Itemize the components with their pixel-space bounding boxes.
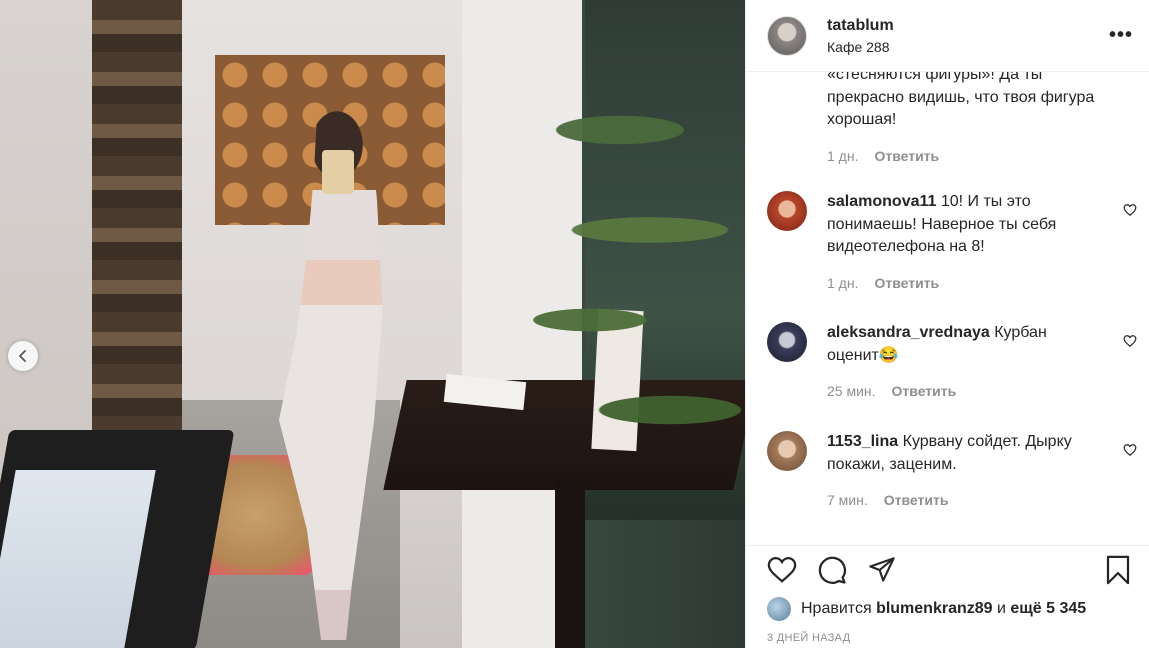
reply-button[interactable]: Ответить <box>874 145 939 168</box>
share-icon <box>869 556 895 582</box>
comment-text: «стесняются фигуры»! Да ты прекрасно вид… <box>827 72 1095 128</box>
more-options-button[interactable]: ••• <box>1109 24 1133 47</box>
chevron-left-icon <box>18 350 26 362</box>
liker-username[interactable]: blumenkranz89 <box>876 600 992 618</box>
comment-time[interactable]: 1 дн. <box>827 272 858 295</box>
heart-icon <box>767 556 797 583</box>
photo-phone <box>322 150 354 194</box>
commenter-avatar[interactable] <box>767 431 807 471</box>
previous-photo-button[interactable] <box>8 341 38 371</box>
comment-item: «стесняются фигуры»! Да ты прекрасно вид… <box>767 72 1137 167</box>
likes-summary: Нравится blumenkranz89 и ещё 5 345 <box>767 597 1086 621</box>
comment-button[interactable] <box>816 554 848 586</box>
like-comment-heart-icon[interactable] <box>1123 203 1137 217</box>
save-button[interactable] <box>1102 554 1134 586</box>
post-panel: tatablum Кафе 288 ••• «стесняются фигуры… <box>745 0 1149 648</box>
comments-list[interactable]: «стесняются фигуры»! Да ты прекрасно вид… <box>746 72 1149 545</box>
post-photo[interactable] <box>0 0 745 648</box>
comment-item: 1153_lina Курвану сойдет. Дырку покажи, … <box>767 431 1137 512</box>
commenter-username[interactable]: aleksandra_vrednaya <box>827 324 994 341</box>
commenter-avatar[interactable] <box>767 322 807 362</box>
commenter-username[interactable]: 1153_lina <box>827 433 903 450</box>
post-header: tatablum Кафе 288 ••• <box>746 0 1149 72</box>
comment-time[interactable]: 25 мин. <box>827 380 876 403</box>
reply-button[interactable]: Ответить <box>884 489 949 512</box>
post-timestamp[interactable]: 3 ДНЕЙ НАЗАД <box>767 632 850 644</box>
likes-count-link[interactable]: ещё 5 345 <box>1010 600 1086 618</box>
likes-connector: и <box>997 600 1006 617</box>
like-comment-heart-icon[interactable] <box>1123 334 1137 348</box>
comment-time[interactable]: 1 дн. <box>827 145 858 168</box>
commenter-username[interactable]: salamonova11 <box>827 193 941 210</box>
commenter-avatar[interactable] <box>767 191 807 231</box>
comment-item: aleksandra_vrednaya Курбан оценит😂 25 ми… <box>767 322 1137 403</box>
share-button[interactable] <box>866 554 898 586</box>
liker-avatar[interactable] <box>767 597 791 621</box>
post-actions-bar <box>746 545 1149 593</box>
reply-button[interactable]: Ответить <box>892 380 957 403</box>
author-avatar[interactable] <box>767 15 807 56</box>
comment-icon <box>818 556 846 584</box>
photo-plant <box>500 30 745 550</box>
comment-item: salamonova11 10! И ты это понимаешь! Нав… <box>767 191 1137 294</box>
reply-button[interactable]: Ответить <box>874 272 939 295</box>
likes-prefix: Нравится <box>801 600 872 617</box>
bookmark-icon <box>1106 555 1130 584</box>
post-location[interactable]: Кафе 288 <box>827 39 894 55</box>
comment-time[interactable]: 7 мин. <box>827 489 868 512</box>
like-comment-heart-icon[interactable] <box>1123 443 1137 457</box>
like-button[interactable] <box>766 554 798 586</box>
author-username[interactable]: tatablum <box>827 17 894 35</box>
